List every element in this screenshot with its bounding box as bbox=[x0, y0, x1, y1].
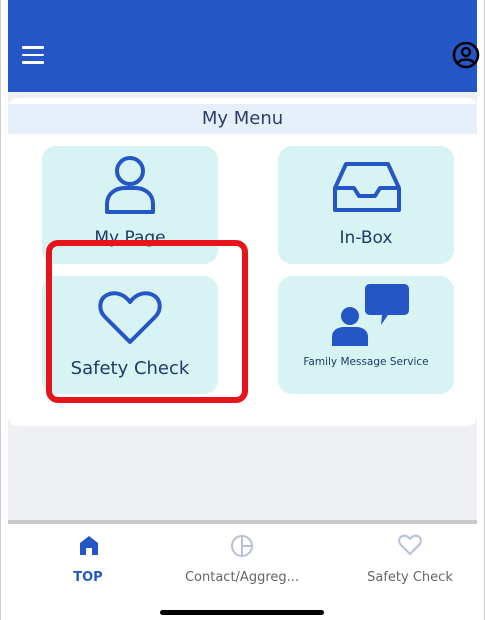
inbox-tray-icon bbox=[333, 162, 401, 212]
tab-label: Safety Check bbox=[367, 570, 453, 585]
contact-aggregate-icon bbox=[231, 535, 253, 557]
tab-safety-check[interactable]: Safety Check bbox=[352, 524, 468, 594]
menu-title: My Menu bbox=[8, 104, 477, 134]
user-circle-icon[interactable] bbox=[452, 41, 480, 69]
family-message-service-tile[interactable]: Family Message Service bbox=[278, 276, 454, 394]
heart-outline-icon bbox=[398, 534, 422, 555]
in-box-tile[interactable]: In-Box bbox=[278, 146, 454, 264]
app-header bbox=[8, 0, 480, 92]
bottom-tab-bar: TOP Contact/Aggreg... Safety Check bbox=[8, 524, 477, 620]
hamburger-menu-icon[interactable] bbox=[22, 46, 48, 64]
person-icon bbox=[105, 156, 155, 214]
tab-contact-aggregate[interactable]: Contact/Aggreg... bbox=[172, 524, 312, 594]
tile-label: In-Box bbox=[339, 228, 393, 248]
home-icon bbox=[80, 536, 98, 555]
tile-label: Family Message Service bbox=[303, 356, 429, 368]
safety-check-highlight-box bbox=[46, 240, 248, 403]
tab-top[interactable]: TOP bbox=[38, 524, 138, 594]
tab-label: Contact/Aggreg... bbox=[184, 570, 300, 585]
home-indicator bbox=[160, 610, 324, 615]
tab-label: TOP bbox=[73, 570, 103, 585]
family-message-icon bbox=[332, 284, 409, 346]
